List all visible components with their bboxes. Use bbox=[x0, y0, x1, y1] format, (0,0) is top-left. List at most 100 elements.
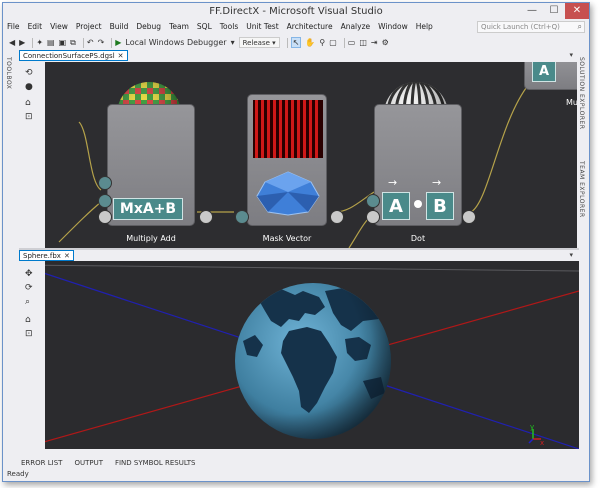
menu-list: File Edit View Project Build Debug Team … bbox=[7, 22, 441, 31]
viewer-tab[interactable]: Sphere.fbx ✕ bbox=[19, 250, 74, 261]
forward-icon[interactable]: ▶ bbox=[19, 38, 25, 47]
settings-icon[interactable]: ⚙ bbox=[382, 38, 389, 47]
svg-text:y: y bbox=[530, 423, 534, 431]
maximize-button[interactable]: ☐ bbox=[543, 3, 565, 19]
model-viewer-canvas[interactable]: y x bbox=[19, 261, 579, 449]
configuration-value: Release bbox=[242, 39, 270, 47]
close-button[interactable]: ✕ bbox=[565, 3, 589, 19]
input-pin[interactable] bbox=[366, 210, 380, 224]
input-pin[interactable] bbox=[366, 194, 380, 208]
toolbar-separator bbox=[343, 37, 345, 48]
viewer-tool-strip: ✥ ⟳ ⌕ ⌂ ⊡ bbox=[19, 261, 45, 449]
debugger-label[interactable]: Local Windows Debugger bbox=[125, 38, 226, 47]
search-icon: ⌕ bbox=[577, 22, 582, 31]
menu-analyze[interactable]: Analyze bbox=[341, 22, 371, 31]
menu-architecture[interactable]: Architecture bbox=[287, 22, 333, 31]
orbit-icon[interactable]: ⟳ bbox=[25, 283, 33, 293]
menu-debug[interactable]: Debug bbox=[136, 22, 161, 31]
menu-help[interactable]: Help bbox=[416, 22, 433, 31]
input-pin[interactable] bbox=[98, 194, 112, 208]
team-explorer-tab[interactable]: TEAM EXPLORER bbox=[578, 161, 585, 218]
menu-project[interactable]: Project bbox=[76, 22, 102, 31]
node-label-dot: Dot bbox=[410, 234, 426, 243]
menu-edit[interactable]: Edit bbox=[28, 22, 43, 31]
op-box-a: A bbox=[382, 192, 410, 220]
vs-window: FF.DirectX - Microsoft Visual Studio — ☐… bbox=[2, 2, 590, 482]
input-pin[interactable] bbox=[235, 210, 249, 224]
input-pin[interactable] bbox=[98, 210, 112, 224]
tab-output[interactable]: OUTPUT bbox=[74, 459, 103, 467]
shader-designer-canvas[interactable]: ⟲ ● ⌂ ⊡ MxA+B Multiply Add Mask Vector →… bbox=[19, 62, 577, 248]
quick-launch-input[interactable]: Quick Launch (Ctrl+Q) ⌕ bbox=[477, 21, 585, 33]
menu-tools[interactable]: Tools bbox=[220, 22, 238, 31]
history-icon[interactable]: ⟲ bbox=[25, 68, 33, 78]
quick-launch-placeholder: Quick Launch (Ctrl+Q) bbox=[481, 23, 560, 31]
menu-unit-test[interactable]: Unit Test bbox=[246, 22, 278, 31]
close-icon[interactable]: ✕ bbox=[64, 252, 70, 260]
configuration-select[interactable]: Release ▾ bbox=[238, 37, 280, 48]
fit-icon[interactable]: ▢ bbox=[329, 38, 337, 47]
designer-tab-label: ConnectionSurfacePS.dgsl bbox=[23, 52, 115, 60]
standard-toolbar: ◀ ▶ ✦ ▤ ▣ ⧉ ↶ ↷ ▶ Local Windows Debugger… bbox=[3, 35, 589, 50]
sphere-preview-icon[interactable]: ● bbox=[25, 82, 33, 92]
export-model-icon[interactable]: ⊡ bbox=[25, 329, 33, 339]
open-file-icon[interactable]: ▤ bbox=[47, 38, 55, 47]
toolbox-strip[interactable]: TOOLBOX bbox=[3, 51, 17, 451]
undo-icon[interactable]: ↶ bbox=[87, 38, 94, 47]
op-box-b: B bbox=[426, 192, 454, 220]
vector-arrow-icon: → bbox=[432, 176, 442, 189]
blue-gem-preview bbox=[256, 171, 320, 216]
new-project-icon[interactable]: ✦ bbox=[36, 38, 43, 47]
close-icon[interactable]: ✕ bbox=[118, 52, 124, 60]
menu-build[interactable]: Build bbox=[110, 22, 129, 31]
status-bar: Ready bbox=[3, 469, 589, 481]
move-icon[interactable]: ✥ bbox=[25, 269, 33, 279]
op-box-multiply-add: MxA+B bbox=[113, 198, 183, 220]
tab-error-list[interactable]: ERROR LIST bbox=[21, 459, 62, 467]
pan-tool-icon[interactable]: ✋ bbox=[305, 38, 315, 47]
output-pin[interactable] bbox=[330, 210, 344, 224]
redo-icon[interactable]: ↷ bbox=[98, 38, 105, 47]
svg-text:x: x bbox=[540, 439, 544, 447]
designer-tab[interactable]: ConnectionSurfacePS.dgsl ✕ bbox=[19, 50, 128, 61]
designer-tool-strip: ⟲ ● ⌂ ⊡ bbox=[19, 62, 45, 248]
toolbox-icon[interactable]: ⌂ bbox=[25, 315, 31, 325]
node-label-multiply-add: Multiply Add bbox=[126, 234, 176, 243]
start-debugging-icon[interactable]: ▶ bbox=[115, 38, 121, 47]
menu-file[interactable]: File bbox=[7, 22, 20, 31]
menu-team[interactable]: Team bbox=[169, 22, 189, 31]
red-stripes-preview bbox=[253, 100, 323, 158]
minimize-button[interactable]: — bbox=[521, 3, 543, 19]
export-shader-icon[interactable]: ⊡ bbox=[25, 112, 33, 122]
tab-find-symbol-results[interactable]: FIND SYMBOL RESULTS bbox=[115, 459, 196, 467]
back-icon[interactable]: ◀ bbox=[9, 38, 15, 47]
menu-window[interactable]: Window bbox=[378, 22, 408, 31]
zoom-tool-icon[interactable]: ⚲ bbox=[319, 38, 325, 47]
window-title: FF.DirectX - Microsoft Visual Studio bbox=[209, 6, 383, 17]
menu-view[interactable]: View bbox=[50, 22, 68, 31]
toolbar-separator bbox=[32, 37, 34, 48]
toolbar-separator bbox=[111, 37, 113, 48]
tab-dropdown-icon[interactable]: ▾ bbox=[569, 51, 573, 59]
input-pin[interactable] bbox=[98, 176, 112, 190]
toolbox-icon[interactable]: ⌂ bbox=[25, 98, 31, 108]
chevron-down-icon[interactable]: ▾ bbox=[231, 38, 235, 47]
shader-icon[interactable]: ◫ bbox=[359, 38, 367, 47]
tab-dropdown-icon[interactable]: ▾ bbox=[569, 251, 573, 259]
zoom-icon[interactable]: ⌕ bbox=[25, 297, 30, 307]
output-pin[interactable] bbox=[199, 210, 213, 224]
splitter[interactable] bbox=[19, 248, 579, 250]
document-icon[interactable]: ▭ bbox=[348, 38, 356, 47]
toolbar-separator bbox=[286, 37, 288, 48]
dot-operator-icon bbox=[414, 200, 422, 208]
save-all-icon[interactable]: ⧉ bbox=[70, 38, 76, 48]
solution-explorer-tab[interactable]: SOLUTION EXPLORER bbox=[578, 57, 585, 130]
export-icon[interactable]: ⇥ bbox=[371, 38, 378, 47]
save-icon[interactable]: ▣ bbox=[59, 38, 67, 47]
menu-sql[interactable]: SQL bbox=[197, 22, 212, 31]
output-pin[interactable] bbox=[462, 210, 476, 224]
select-tool-icon[interactable]: ↖ bbox=[290, 37, 302, 48]
toolbar-separator bbox=[82, 37, 84, 48]
title-bar: FF.DirectX - Microsoft Visual Studio — ☐… bbox=[3, 3, 589, 21]
toolbox-label[interactable]: TOOLBOX bbox=[5, 57, 12, 89]
